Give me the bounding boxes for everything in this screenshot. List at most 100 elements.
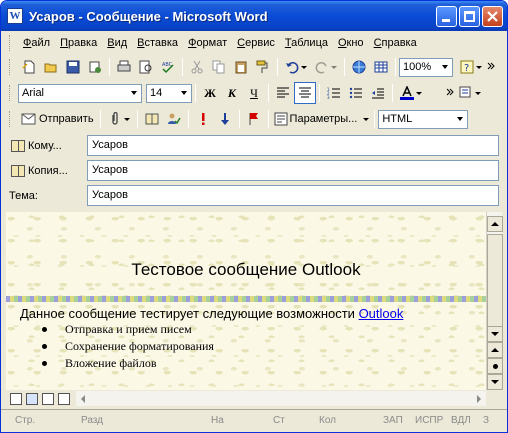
menu-help[interactable]: Справка: [369, 37, 422, 49]
spelling-button[interactable]: ABC: [157, 56, 179, 78]
font-size-value: 14: [150, 87, 163, 99]
horizontal-scrollbar[interactable]: [76, 391, 486, 406]
arrow-left-icon: [81, 394, 85, 403]
italic-button[interactable]: К: [221, 82, 243, 104]
follow-up-flag-button[interactable]: [243, 108, 265, 130]
undo-button[interactable]: [281, 56, 311, 78]
print-preview-button[interactable]: [135, 56, 157, 78]
font-size-select[interactable]: 14: [146, 83, 192, 103]
next-page-button[interactable]: [487, 374, 503, 390]
align-left-button[interactable]: [272, 82, 294, 104]
message-format-select[interactable]: HTML: [378, 109, 469, 129]
status-record[interactable]: ЗАП: [383, 415, 403, 426]
options-dropdown-icon[interactable]: [363, 117, 370, 121]
help-dropdown-icon[interactable]: [476, 65, 482, 69]
zoom-dropdown-icon[interactable]: [438, 59, 452, 76]
subject-field[interactable]: Усаров: [87, 185, 499, 206]
status-extend[interactable]: ВДЛ: [451, 415, 471, 426]
menu-table[interactable]: Таблица: [280, 37, 333, 49]
options-button[interactable]: Параметры...: [272, 108, 372, 130]
check-names-button[interactable]: [163, 108, 185, 130]
menu-grip[interactable]: [9, 35, 12, 51]
word-app-icon[interactable]: W: [7, 8, 23, 24]
low-importance-button[interactable]: [214, 108, 236, 130]
redo-dropdown-icon[interactable]: [331, 65, 337, 69]
scroll-right-button[interactable]: [472, 392, 486, 406]
menu-tools[interactable]: Сервис: [232, 37, 280, 49]
toolbar-grip[interactable]: [9, 85, 12, 101]
status-page: Стр.: [15, 415, 36, 426]
toolbar-grip[interactable]: [9, 111, 12, 127]
to-button[interactable]: Кому...: [9, 137, 64, 155]
menu-insert[interactable]: Вставка: [132, 37, 183, 49]
title-bar[interactable]: W Усаров - Сообщение - Microsoft Word: [1, 1, 507, 31]
outlook-link[interactable]: Outlook: [359, 306, 404, 321]
toolbar-grip[interactable]: [9, 59, 12, 75]
format-painter-button[interactable]: [252, 56, 274, 78]
vertical-scrollbar[interactable]: [486, 212, 503, 390]
message-body[interactable]: Тестовое сообщение Outlook Данное сообще…: [6, 212, 486, 390]
font-color-dropdown-icon[interactable]: [416, 91, 422, 95]
font-size-dropdown-icon[interactable]: [177, 85, 191, 102]
permission-button[interactable]: [84, 56, 106, 78]
zoom-select[interactable]: 100%: [399, 57, 453, 77]
align-center-button[interactable]: [294, 82, 316, 104]
paste-button[interactable]: [230, 56, 252, 78]
toolbar-options-button[interactable]: [485, 56, 497, 78]
status-track-changes[interactable]: ИСПР: [415, 415, 443, 426]
underline-button[interactable]: Ч: [243, 82, 265, 104]
styles-pane-button[interactable]: [456, 82, 484, 104]
redo-button[interactable]: [311, 56, 341, 78]
font-dropdown-icon[interactable]: [127, 85, 141, 102]
numbering-button[interactable]: 123: [323, 82, 345, 104]
outline-view-button[interactable]: [58, 392, 70, 405]
scroll-down-button[interactable]: [487, 326, 503, 342]
help-button[interactable]: ?: [457, 56, 485, 78]
decrease-indent-button[interactable]: [367, 82, 389, 104]
menu-file[interactable]: Файл: [18, 37, 55, 49]
send-button[interactable]: Отправить: [18, 108, 97, 130]
copy-button[interactable]: [208, 56, 230, 78]
status-overtype[interactable]: З: [483, 415, 489, 426]
formatting-options-button[interactable]: [444, 82, 456, 104]
font-select[interactable]: Arial: [18, 83, 142, 103]
hyperlink-button[interactable]: [348, 56, 370, 78]
font-color-button[interactable]: [396, 82, 426, 104]
send-label: Отправить: [39, 113, 94, 125]
menu-window[interactable]: Окно: [333, 37, 369, 49]
menu-view[interactable]: Вид: [102, 37, 132, 49]
message-format-dropdown-icon[interactable]: [453, 111, 467, 128]
attach-dropdown-icon[interactable]: [123, 117, 130, 121]
cut-button[interactable]: [186, 56, 208, 78]
styles-dropdown-icon[interactable]: [475, 91, 481, 95]
address-book-button[interactable]: [141, 108, 163, 130]
maximize-button[interactable]: [459, 6, 480, 27]
menu-format[interactable]: Формат: [183, 37, 232, 49]
scroll-left-button[interactable]: [76, 392, 90, 406]
save-button[interactable]: [62, 56, 84, 78]
normal-view-button[interactable]: [10, 392, 22, 405]
undo-dropdown-icon[interactable]: [301, 65, 307, 69]
print-button[interactable]: [113, 56, 135, 78]
tables-borders-button[interactable]: [370, 56, 392, 78]
close-button[interactable]: [482, 6, 503, 27]
cc-button[interactable]: Копия...: [9, 162, 70, 180]
select-browse-object-button[interactable]: [487, 358, 503, 374]
scroll-thumb[interactable]: [487, 234, 503, 330]
open-button[interactable]: [40, 56, 62, 78]
menu-edit[interactable]: Правка: [55, 37, 102, 49]
svg-text:?: ?: [464, 63, 469, 74]
scroll-up-button[interactable]: [487, 216, 503, 232]
previous-page-button[interactable]: [487, 342, 503, 358]
new-document-button[interactable]: [18, 56, 40, 78]
web-layout-view-button[interactable]: [26, 392, 38, 405]
high-importance-button[interactable]: [192, 108, 214, 130]
cc-field[interactable]: Усаров: [87, 160, 499, 181]
minimize-button[interactable]: [436, 6, 457, 27]
attach-file-button[interactable]: [104, 108, 134, 130]
bold-button[interactable]: Ж: [199, 82, 221, 104]
bullets-button[interactable]: [345, 82, 367, 104]
status-bar: Стр. Разд На Ст Кол ЗАП ИСПР ВДЛ З: [1, 409, 507, 432]
print-layout-view-button[interactable]: [42, 392, 54, 405]
to-field[interactable]: Усаров: [87, 135, 499, 156]
